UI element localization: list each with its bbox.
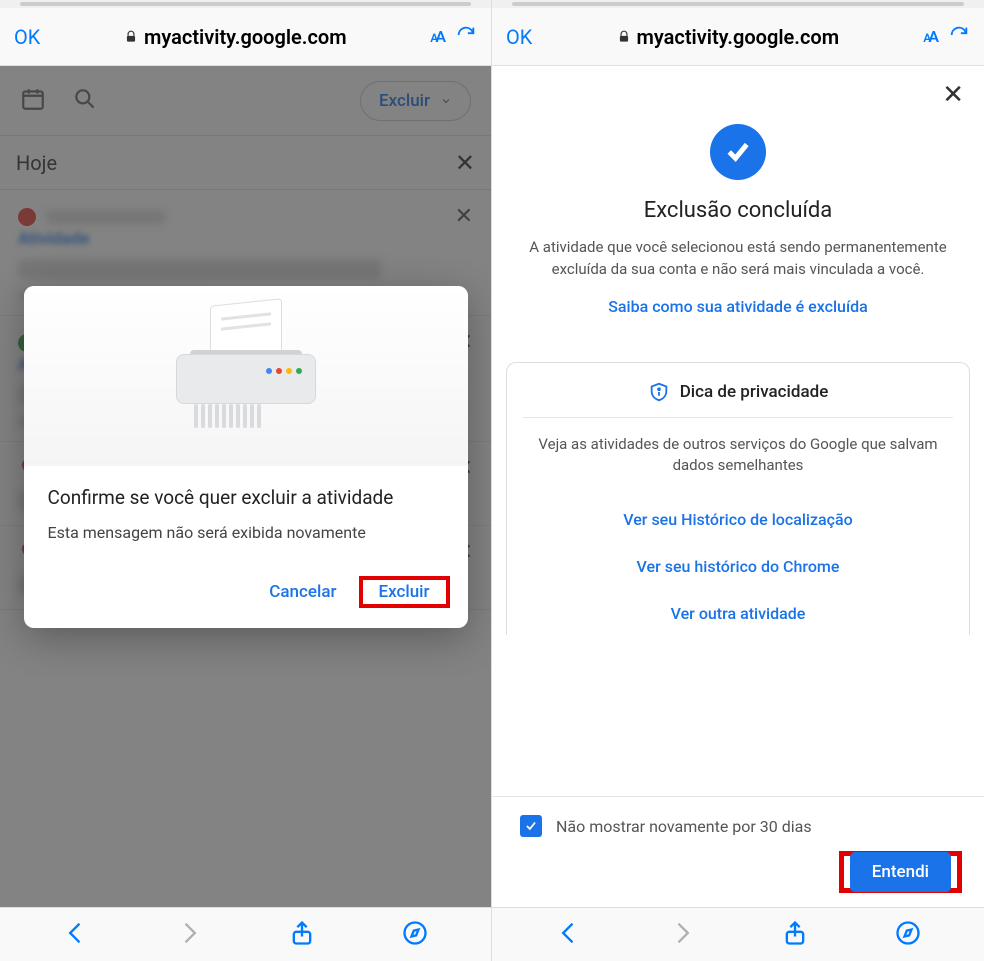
phone-left: OK myactivity.google.com AA Excluir [0, 0, 492, 961]
lock-icon [124, 30, 138, 44]
shield-info-icon [648, 381, 670, 403]
compass-button[interactable] [894, 919, 922, 951]
back-button[interactable] [555, 919, 583, 951]
confirm-delete-dialog: Confirme se você quer excluir a atividad… [24, 286, 468, 628]
privacy-tip-title: Dica de privacidade [680, 382, 829, 402]
back-button[interactable] [62, 919, 90, 951]
phone-right: OK myactivity.google.com AA ✕ Exclusão c… [492, 0, 984, 961]
browser-ok-button[interactable]: OK [14, 25, 40, 49]
safari-bottom-bar [492, 907, 984, 961]
done-description: A atividade que você selecionou está sen… [520, 237, 956, 281]
shredder-illustration [24, 286, 468, 466]
url-area[interactable]: myactivity.google.com [538, 25, 917, 49]
share-button[interactable] [781, 919, 809, 951]
text-size-button[interactable]: AA [923, 27, 942, 46]
privacy-tip-desc: Veja as atividades de outros serviços do… [523, 434, 953, 476]
location-history-link[interactable]: Ver seu Histórico de localização [523, 496, 953, 543]
url-text: myactivity.google.com [144, 25, 347, 49]
url-area[interactable]: myactivity.google.com [46, 25, 424, 49]
safari-bottom-bar [0, 907, 491, 961]
reload-button[interactable] [455, 24, 477, 50]
other-activity-link[interactable]: Ver outra atividade [523, 590, 953, 627]
entendi-button[interactable]: Entendi [850, 852, 951, 892]
dialog-subtitle: Esta mensagem não será exibida novamente [48, 523, 444, 542]
deletion-complete-sheet: ✕ Exclusão concluída A atividade que voc… [492, 66, 984, 907]
dialog-title: Confirme se você quer excluir a atividad… [48, 486, 444, 509]
dont-show-label: Não mostrar novamente por 30 dias [556, 817, 812, 836]
modal-overlay: Confirme se você quer excluir a atividad… [0, 66, 491, 907]
forward-button [175, 919, 203, 951]
reload-button[interactable] [948, 24, 970, 50]
browser-bar: OK myactivity.google.com AA [492, 8, 984, 66]
privacy-tip-card: Dica de privacidade Veja as atividades d… [506, 362, 970, 635]
compass-button[interactable] [401, 919, 429, 951]
forward-button [668, 919, 696, 951]
done-title: Exclusão concluída [644, 198, 833, 223]
close-button[interactable]: ✕ [492, 66, 984, 110]
lock-icon [617, 30, 631, 44]
tab-strip [0, 0, 491, 8]
dont-show-checkbox[interactable] [520, 815, 542, 837]
learn-more-link[interactable]: Saiba como sua atividade é excluída [608, 297, 868, 316]
url-text: myactivity.google.com [637, 25, 840, 49]
tab-strip [492, 0, 984, 8]
chrome-history-link[interactable]: Ver seu histórico do Chrome [523, 543, 953, 590]
checkmark-badge-icon [710, 124, 766, 180]
browser-ok-button[interactable]: OK [506, 25, 532, 49]
footer-area: Não mostrar novamente por 30 dias Entend… [492, 796, 984, 907]
share-button[interactable] [288, 919, 316, 951]
browser-bar: OK myactivity.google.com AA [0, 8, 491, 66]
cancel-button[interactable]: Cancelar [257, 574, 348, 610]
text-size-button[interactable]: AA [430, 27, 449, 46]
highlight-box: Entendi [839, 851, 962, 893]
highlight-box: Excluir [359, 576, 450, 608]
excluir-button[interactable]: Excluir [367, 574, 442, 610]
